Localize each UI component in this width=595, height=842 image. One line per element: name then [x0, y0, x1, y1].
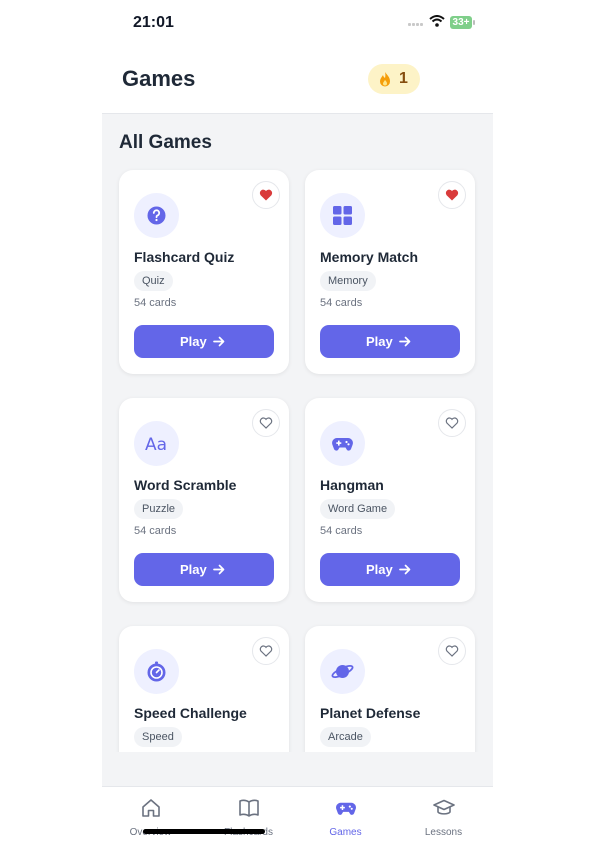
grid-icon [333, 206, 352, 225]
app-screen: 21:01 33+ Games 1 All Games Flashcard Qu… [102, 0, 493, 842]
arrow-right-icon [399, 336, 411, 347]
tab-lessons[interactable]: Lessons [395, 787, 492, 842]
game-icon-badge [320, 649, 365, 694]
arrow-right-icon [399, 564, 411, 575]
card-count: 54 cards [320, 525, 363, 537]
heart-filled-icon [445, 189, 459, 201]
heart-outline-icon [259, 645, 273, 657]
favorite-button[interactable] [438, 409, 466, 437]
favorite-button[interactable] [252, 409, 280, 437]
heart-outline-icon [259, 417, 273, 429]
home-indicator [143, 829, 265, 834]
question-icon [147, 206, 166, 225]
game-category-tag: Memory [320, 271, 376, 291]
book-icon [239, 799, 259, 817]
game-title: Memory Match [320, 249, 419, 265]
heart-outline-icon [445, 417, 459, 429]
tab-label: Lessons [424, 827, 463, 838]
game-icon-badge: Aa [134, 421, 179, 466]
game-category-tag: Word Game [320, 499, 396, 519]
heart-outline-icon [445, 645, 459, 657]
battery-tip [473, 20, 475, 25]
card-count: 54 cards [320, 297, 363, 309]
game-category-tag: Quiz [134, 271, 173, 291]
card-count: 54 cards [134, 525, 177, 537]
heart-filled-icon [259, 189, 273, 201]
game-title: Word Scramble [134, 477, 237, 493]
wifi-icon [429, 15, 445, 27]
battery-icon: 33+ [450, 16, 472, 29]
arrow-right-icon [213, 564, 225, 575]
header: Games 1 [102, 44, 493, 114]
play-label: Play [180, 334, 207, 349]
streak-count: 1 [399, 70, 408, 87]
game-icon-badge [134, 193, 179, 238]
gamepad-icon [332, 438, 353, 451]
streak-badge[interactable]: 1 [368, 64, 420, 94]
svg-text:Aa: Aa [145, 435, 167, 455]
stopwatch-icon [147, 661, 166, 682]
favorite-button[interactable] [252, 637, 280, 665]
favorite-button[interactable] [438, 181, 466, 209]
game-category-tag: Puzzle [134, 499, 184, 519]
letters-icon: Aa [145, 435, 167, 455]
play-label: Play [366, 334, 393, 349]
status-bar: 21:01 33+ [102, 0, 493, 44]
play-label: Play [180, 562, 207, 577]
game-card-word-scramble[interactable]: Aa Word Scramble Puzzle 54 cards Play [119, 398, 289, 602]
scroll-fade [102, 752, 493, 786]
favorite-button[interactable] [252, 181, 280, 209]
cellular-signal-icon [408, 20, 428, 26]
game-title: Flashcard Quiz [134, 249, 235, 265]
play-button[interactable]: Play [320, 325, 460, 358]
game-title: Speed Challenge [134, 705, 247, 721]
page-title: Games [122, 66, 196, 91]
graduation-cap-icon [433, 799, 455, 815]
flame-icon [380, 72, 390, 87]
favorite-button[interactable] [438, 637, 466, 665]
game-category-tag: Speed [134, 727, 182, 747]
gamepad-icon [336, 802, 356, 815]
card-count: 54 cards [134, 297, 177, 309]
section-title: All Games [119, 132, 212, 153]
tab-games[interactable]: Games [297, 787, 394, 842]
arrow-right-icon [213, 336, 225, 347]
planet-icon [331, 665, 354, 678]
game-icon-badge [320, 193, 365, 238]
game-title: Hangman [320, 477, 384, 493]
game-card-memory-match[interactable]: Memory Match Memory 54 cards Play [305, 170, 475, 374]
play-button[interactable]: Play [134, 553, 274, 586]
tab-label: Games [329, 827, 362, 838]
status-time: 21:01 [133, 14, 174, 31]
game-icon-badge [320, 421, 365, 466]
home-icon [142, 799, 160, 817]
game-title: Planet Defense [320, 705, 421, 721]
game-icon-badge [134, 649, 179, 694]
play-button[interactable]: Play [320, 553, 460, 586]
play-label: Play [366, 562, 393, 577]
game-card-flashcard-quiz[interactable]: Flashcard Quiz Quiz 54 cards Play [119, 170, 289, 374]
play-button[interactable]: Play [134, 325, 274, 358]
game-category-tag: Arcade [320, 727, 371, 747]
game-card-hangman[interactable]: Hangman Word Game 54 cards Play [305, 398, 475, 602]
